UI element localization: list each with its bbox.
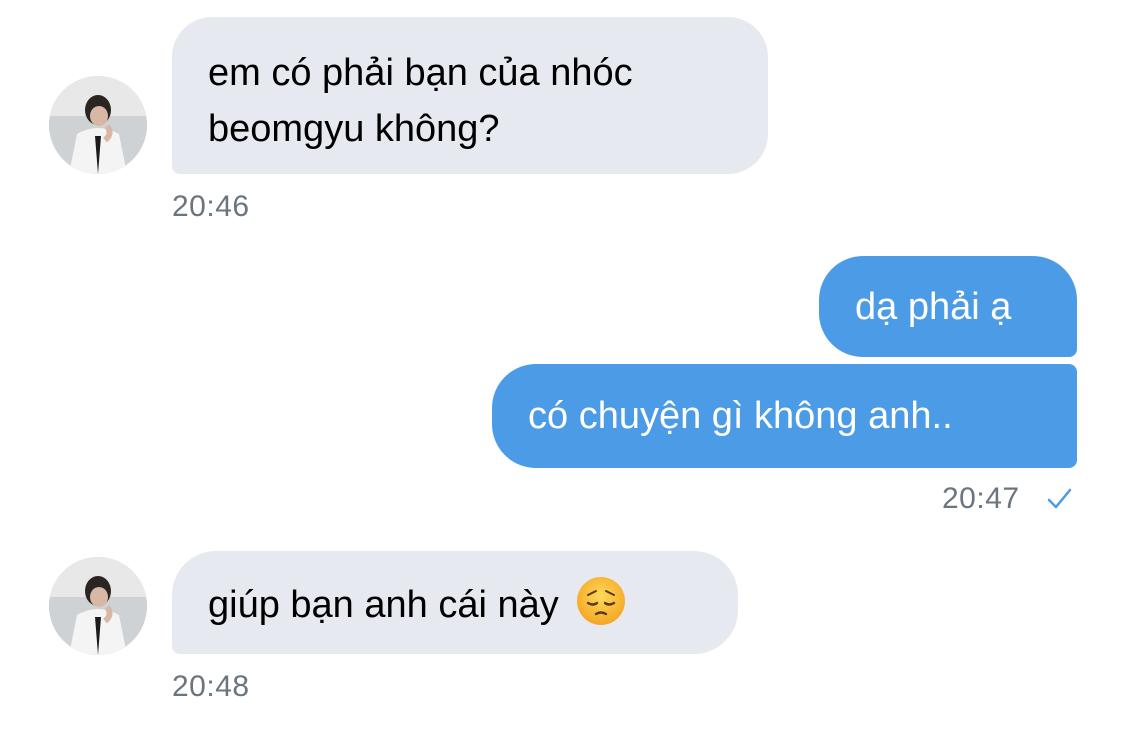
message-text-line: có chuyện gì không anh.. [528, 395, 953, 437]
contact-avatar[interactable] [49, 557, 147, 655]
profile-photo-icon [49, 557, 147, 655]
message-bubble-outgoing[interactable]: dạ phải ạ [819, 256, 1077, 357]
pensive-face-emoji [577, 577, 626, 625]
profile-photo-icon [49, 76, 147, 174]
message-bubble-outgoing[interactable]: có chuyện gì không anh.. [492, 364, 1077, 468]
message-timestamp: 20:46 [172, 190, 250, 223]
message-text-line: beomgyu không? [208, 108, 500, 150]
message-bubble-incoming[interactable]: giúp bạn anh cái này [172, 551, 738, 654]
message-timestamp: 20:47 [942, 482, 1020, 515]
message-bubble-incoming[interactable]: em có phải bạn của nhóc beomgyu không? [172, 17, 768, 174]
message-timestamp: 20:48 [172, 670, 250, 703]
read-check-icon [1044, 484, 1074, 522]
contact-avatar[interactable] [49, 76, 147, 174]
message-text-line: dạ phải ạ [855, 286, 1012, 328]
message-text-line: em có phải bạn của nhóc [208, 52, 633, 94]
message-text-line: giúp bạn anh cái này [208, 584, 559, 626]
